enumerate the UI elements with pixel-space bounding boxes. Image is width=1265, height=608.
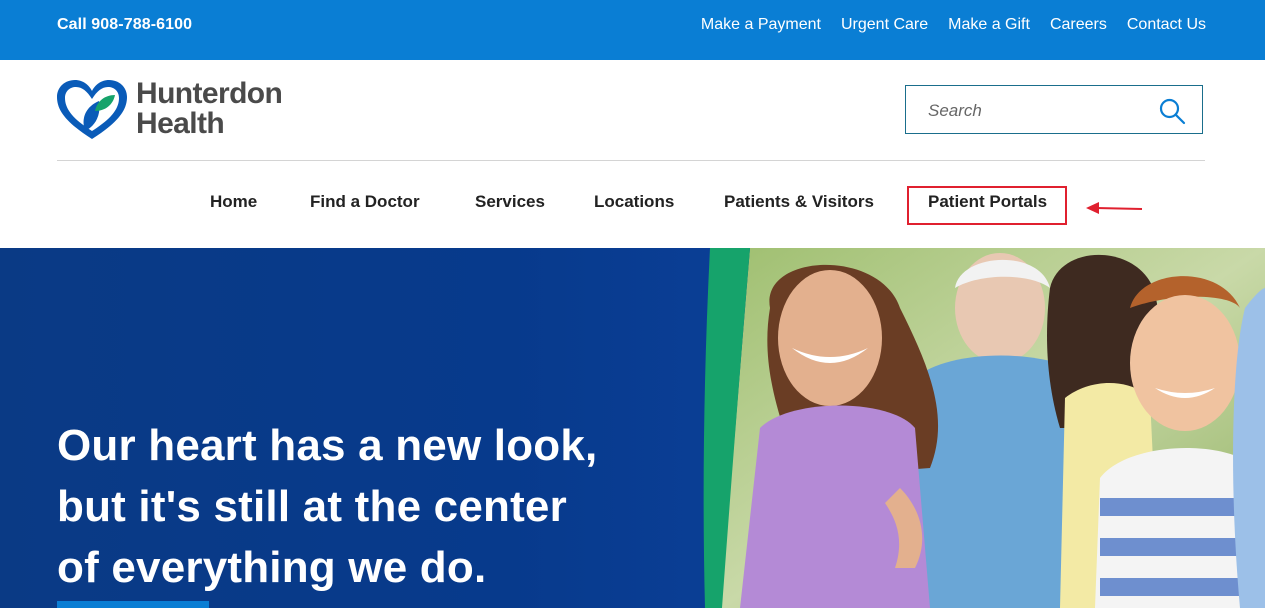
logo-line-1: Hunterdon <box>136 77 283 110</box>
family-photo-image <box>703 248 1265 608</box>
annotation-arrow-icon <box>1086 202 1143 214</box>
annotation-highlight-box <box>907 186 1067 225</box>
nav-item-patients-visitors[interactable]: Patients & Visitors <box>724 192 874 212</box>
nav-item-services[interactable]: Services <box>475 192 545 212</box>
main-nav: Home Find a Doctor Services Locations Pa… <box>0 188 1265 228</box>
hero-cta-button[interactable] <box>57 601 209 608</box>
utility-nav: Make a Payment Urgent Care Make a Gift C… <box>701 16 1206 34</box>
nav-item-locations[interactable]: Locations <box>594 192 674 212</box>
hero-headline-line-3: of everything we do. <box>57 543 487 593</box>
heart-leaf-logo-icon <box>57 80 127 139</box>
search-box <box>905 85 1203 134</box>
nav-item-home[interactable]: Home <box>210 192 257 212</box>
make-a-payment-link[interactable]: Make a Payment <box>701 16 821 34</box>
hero-headline: Our heart has a new look, but it's still… <box>57 415 657 598</box>
hero-banner: Our heart has a new look, but it's still… <box>0 248 1265 608</box>
logo-line-2: Health <box>136 107 225 140</box>
search-input[interactable] <box>926 98 1150 124</box>
make-a-gift-link[interactable]: Make a Gift <box>948 16 1030 34</box>
hero-headline-line-2: but it's still at the center <box>57 482 567 532</box>
site-logo[interactable]: Hunterdon Health <box>55 79 295 143</box>
search-icon[interactable] <box>1158 97 1186 125</box>
nav-item-find-a-doctor[interactable]: Find a Doctor <box>310 192 420 212</box>
careers-link[interactable]: Careers <box>1050 16 1107 34</box>
hero-headline-line-1: Our heart has a new look, <box>57 421 598 471</box>
phone-link[interactable]: Call 908-788-6100 <box>57 16 192 34</box>
logo-wordmark: Hunterdon Health <box>136 77 283 140</box>
contact-us-link[interactable]: Contact Us <box>1127 16 1206 34</box>
header-divider <box>57 160 1205 161</box>
top-utility-bar: Call 908-788-6100 Make a Payment Urgent … <box>0 0 1265 60</box>
urgent-care-link[interactable]: Urgent Care <box>841 16 928 34</box>
